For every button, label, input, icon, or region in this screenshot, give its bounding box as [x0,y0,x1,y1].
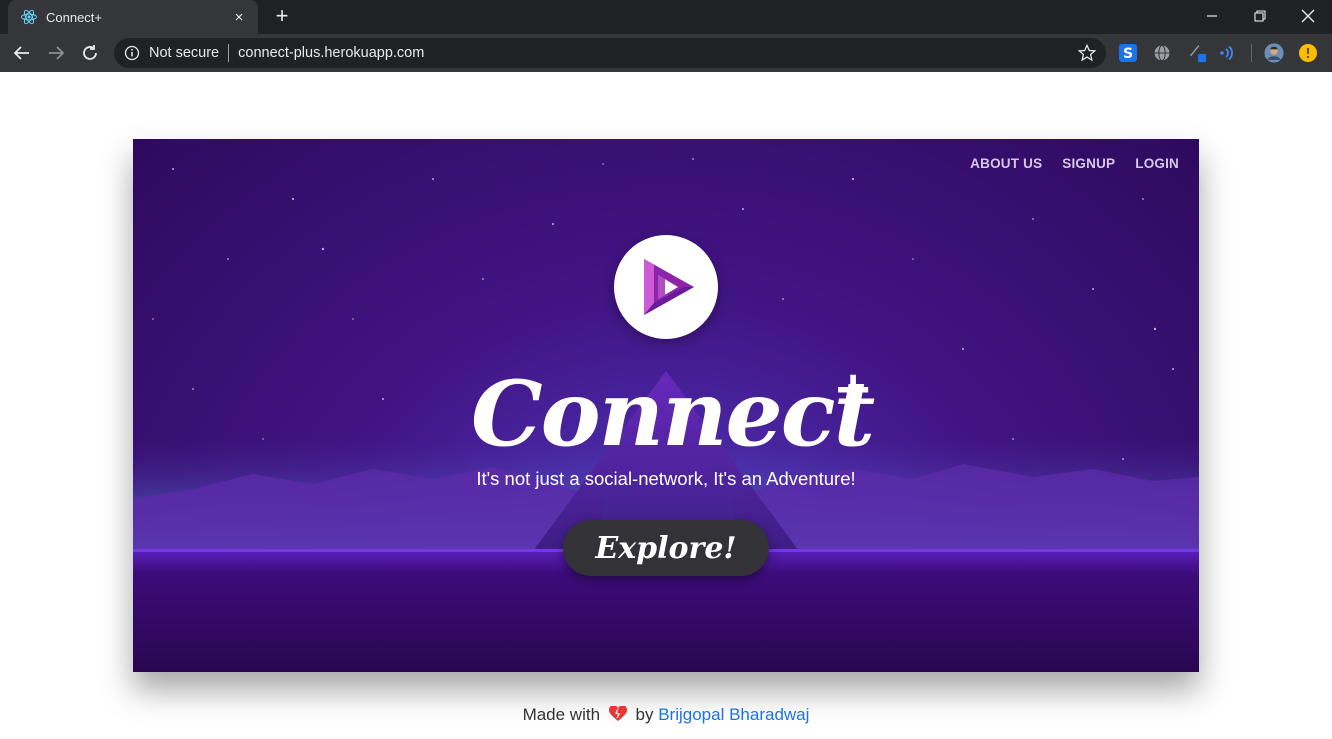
brand-title: Connect [471,361,875,467]
star-icon[interactable] [1078,44,1096,62]
browser-tab[interactable]: Connect+ × [8,0,258,34]
reload-icon [83,45,97,60]
close-window-button[interactable] [1288,4,1328,28]
pen-icon [1190,45,1207,63]
reload-button[interactable] [78,41,102,65]
explore-button[interactable]: Explore! [563,520,769,576]
tagline: It's not just a social-network, It's an … [476,468,856,489]
security-label[interactable]: Not secure [149,45,219,61]
back-button[interactable] [10,41,34,65]
nav-signup[interactable]: SIGNUP [1062,156,1115,171]
s-extension-icon: S [1119,44,1137,62]
back-arrow-icon [13,46,29,60]
profile-avatar[interactable] [1264,43,1284,63]
play-triangle-logo-icon [644,259,694,315]
brand-plus: + [833,361,874,417]
update-alert-icon [1299,44,1317,62]
globe-icon [1154,45,1170,61]
address-bar[interactable]: Not secure connect-plus.herokuapp.com [114,38,1106,68]
footer-made-with: Made with [522,705,601,724]
tab-close-icon[interactable]: × [230,9,248,26]
top-navigation: ABOUT US SIGNUP LOGIN [970,156,1179,171]
restore-button[interactable] [1240,4,1280,28]
forward-arrow-icon [49,46,65,60]
tab-title: Connect+ [46,9,103,25]
avatar-icon [1264,43,1284,63]
footer: Made with by Brijgopal Bharadwaj [0,705,1332,725]
extension-s-button[interactable]: S [1118,43,1138,63]
minimize-button[interactable] [1192,4,1232,28]
svg-text:S: S [1123,46,1133,62]
browser-tabbar: Connect+ × + [0,0,1332,34]
extension-globe-button[interactable] [1152,43,1172,63]
info-icon[interactable] [124,45,140,61]
sound-waves-icon [1220,45,1233,61]
update-button[interactable] [1298,43,1318,63]
browser-toolbar: Not secure connect-plus.herokuapp.com S [0,34,1332,72]
extension-pen-button[interactable] [1187,43,1207,63]
heart-icon [608,706,627,721]
restore-icon [1254,10,1266,22]
forward-button[interactable] [44,41,68,65]
hero-section: ABOUT US SIGNUP LOGIN Connect + It's not… [133,139,1199,672]
footer-by: by [635,705,654,724]
address-divider [228,44,230,62]
app-logo [614,235,718,339]
close-icon [1301,9,1315,23]
minimize-icon [1207,15,1217,17]
react-favicon-icon [21,9,37,25]
toolbar-divider [1251,44,1252,62]
author-link[interactable]: Brijgopal Bharadwaj [658,705,809,724]
nav-login[interactable]: LOGIN [1135,156,1179,171]
new-tab-button[interactable]: + [270,5,294,29]
url-text[interactable]: connect-plus.herokuapp.com [238,45,1072,61]
extension-sound-button[interactable] [1218,43,1238,63]
nav-about-us[interactable]: ABOUT US [970,156,1042,171]
